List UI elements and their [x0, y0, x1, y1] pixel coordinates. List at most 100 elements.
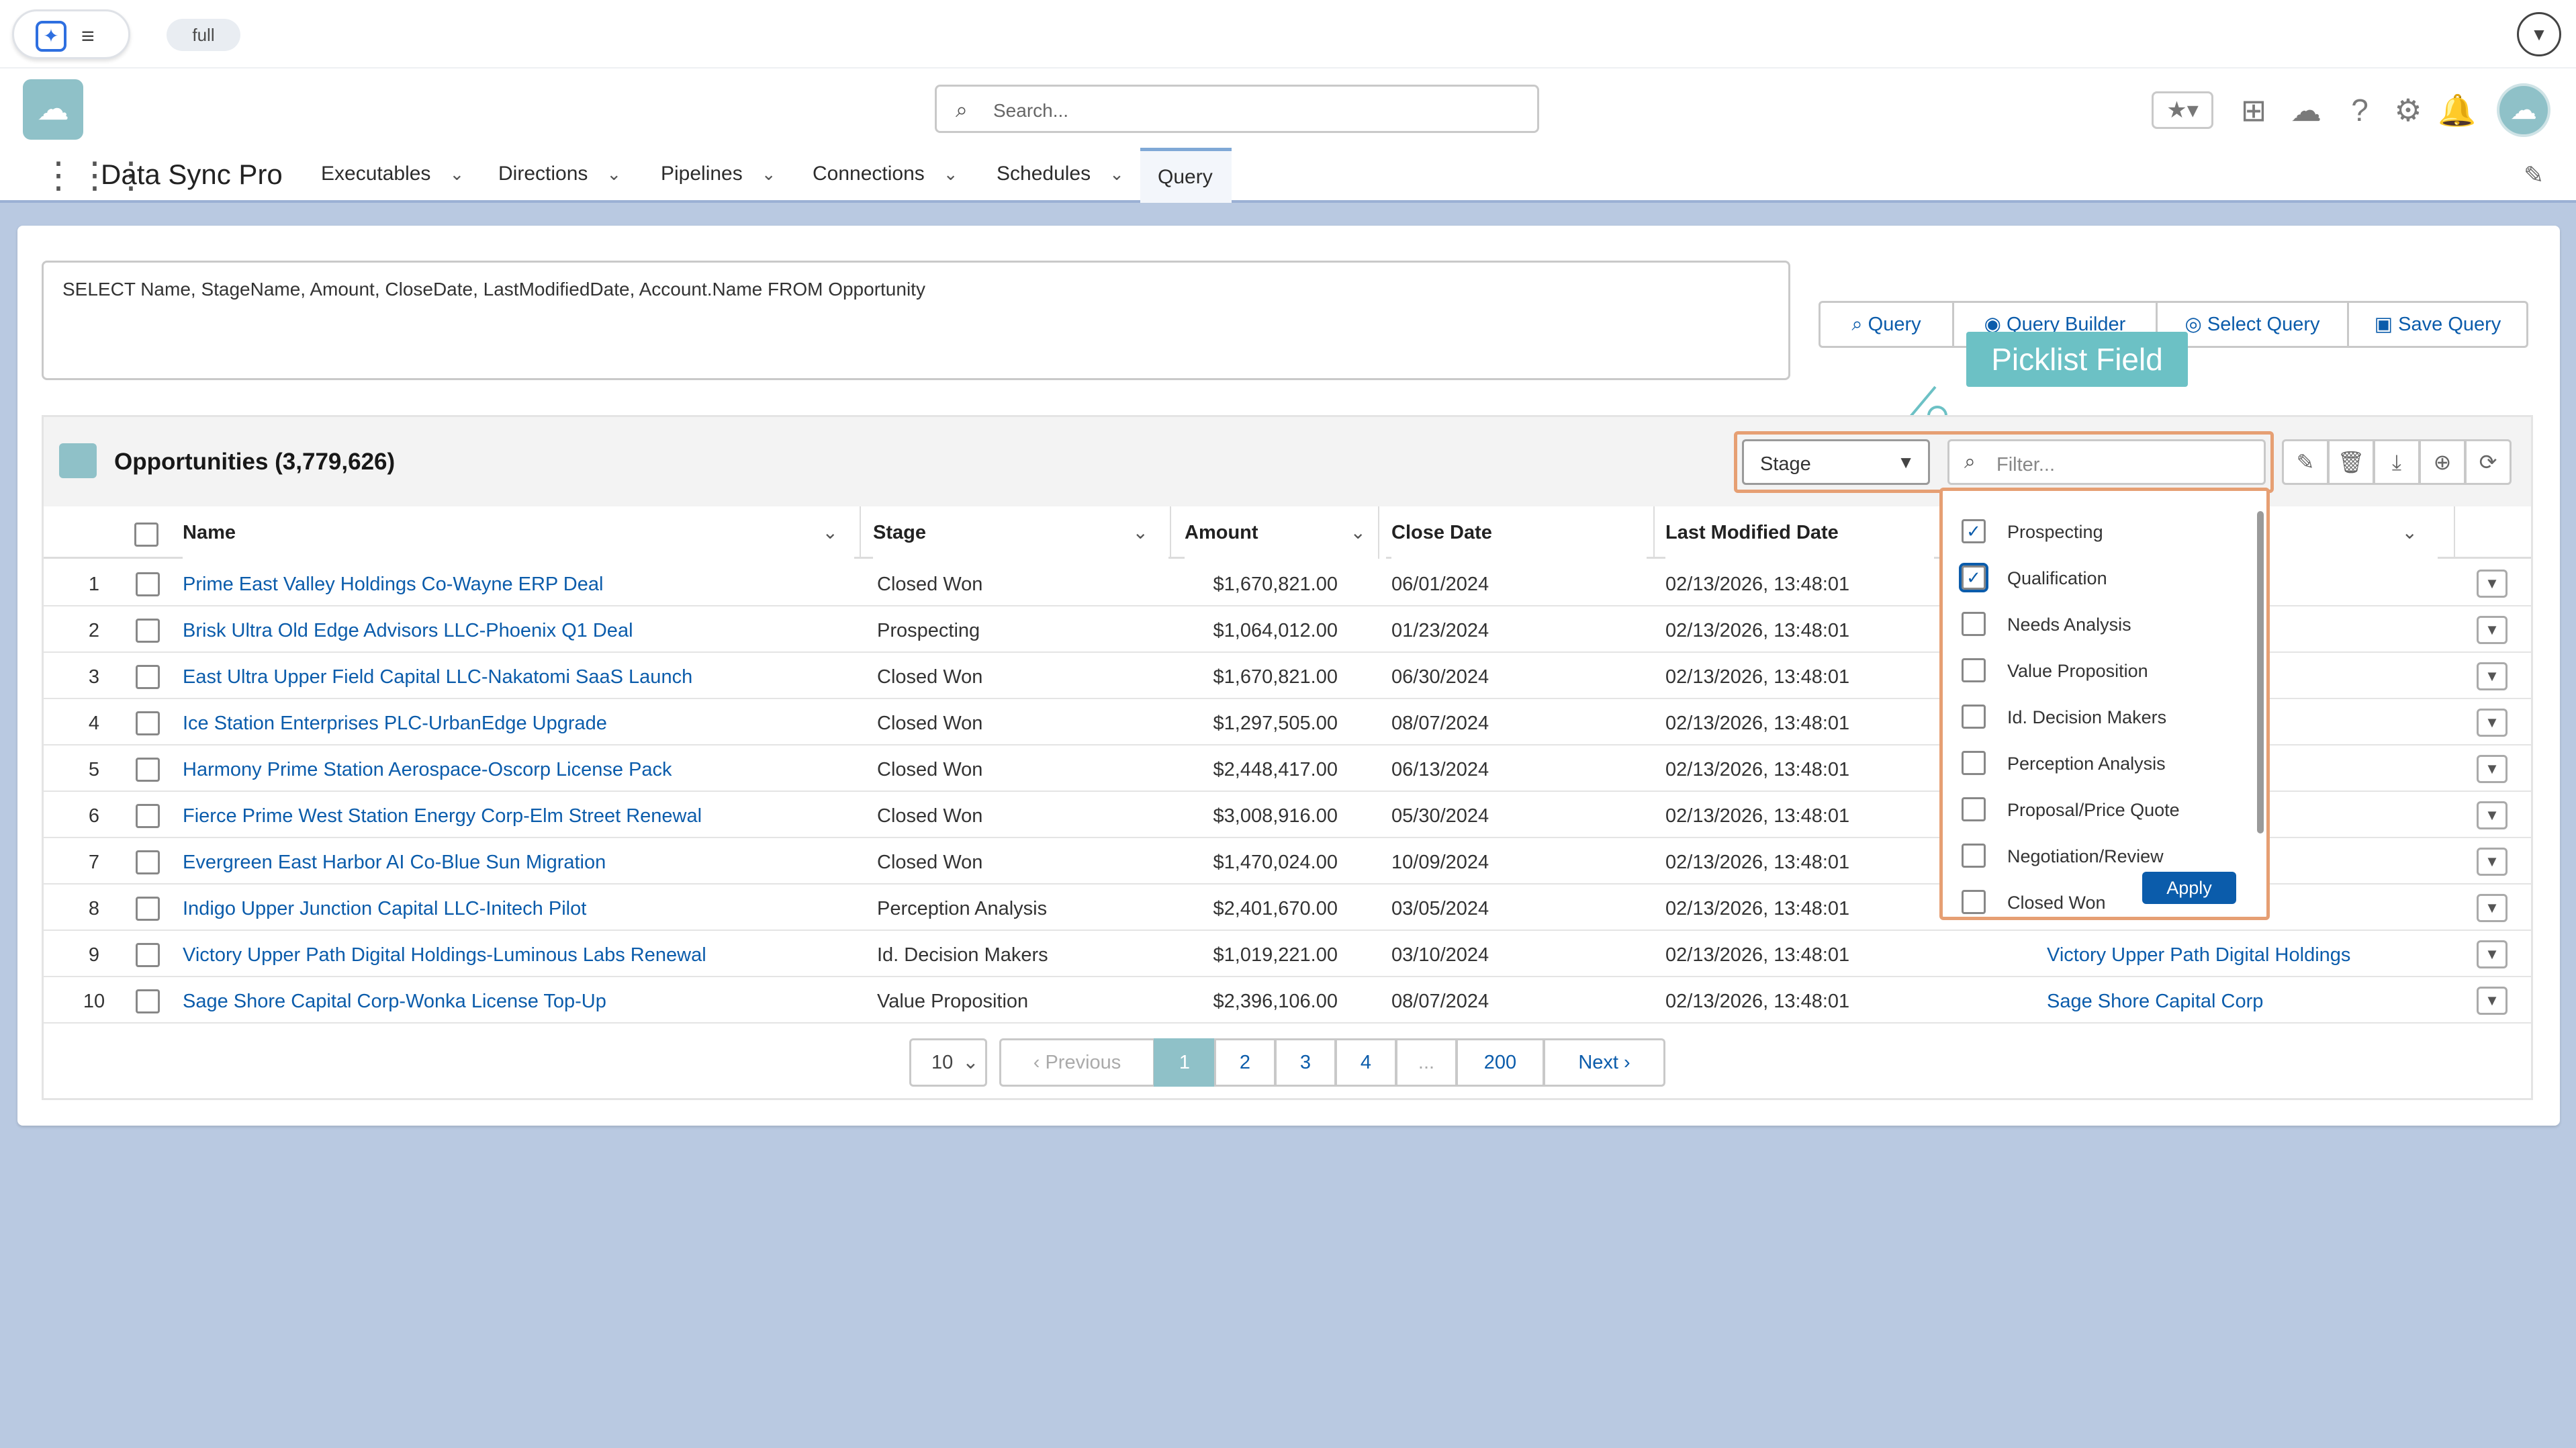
gear-icon[interactable]: ⚙: [2389, 91, 2427, 129]
account-name-link[interactable]: Sage Shore Capital Corp: [2047, 991, 2263, 1013]
dropdown-scrollbar[interactable]: [2257, 511, 2264, 833]
opportunity-name-link[interactable]: Fierce Prime West Station Energy Corp-El…: [183, 805, 702, 827]
amount-cell: $2,401,670.00: [1213, 898, 1338, 919]
chevron-down-icon[interactable]: ⌄: [1109, 164, 1124, 184]
row-action-icon[interactable]: ▼: [2477, 987, 2508, 1015]
opportunity-name-link[interactable]: Evergreen East Harbor AI Co-Blue Sun Mig…: [183, 852, 606, 874]
chevron-down-icon[interactable]: ▼: [2517, 12, 2561, 56]
chevron-down-icon[interactable]: ⌄: [2402, 506, 2418, 559]
column-last-modified[interactable]: Last Modified Date: [1665, 506, 1934, 559]
chevron-down-icon[interactable]: ⌄: [823, 506, 838, 559]
query-button[interactable]: ⌕ Query: [1819, 301, 1954, 348]
add-icon[interactable]: ⊕: [2419, 439, 2466, 485]
page-1-button[interactable]: 1: [1154, 1038, 1215, 1087]
download-icon[interactable]: ⤓: [2373, 439, 2420, 485]
column-stage[interactable]: Stage ⌄: [873, 506, 1168, 559]
option-checkbox[interactable]: [1962, 797, 1986, 821]
save-query-button[interactable]: ▣ Save Query: [2347, 301, 2528, 348]
delete-icon[interactable]: 🗑: [2328, 439, 2375, 485]
opportunity-name-link[interactable]: Sage Shore Capital Corp-Wonka License To…: [183, 991, 606, 1013]
row-action-icon[interactable]: ▼: [2477, 709, 2508, 737]
column-amount[interactable]: Amount ⌄: [1185, 506, 1386, 559]
option-checkbox[interactable]: [1962, 658, 1986, 682]
select-all-checkbox[interactable]: [134, 523, 158, 547]
favorites-button[interactable]: ★▾: [2152, 91, 2213, 129]
row-checkbox[interactable]: [136, 989, 160, 1013]
row-action-icon[interactable]: ▼: [2477, 894, 2508, 922]
chevron-down-icon[interactable]: ⌄: [449, 164, 464, 184]
help-icon[interactable]: ?: [2341, 91, 2379, 129]
previous-page-button[interactable]: ‹ Previous: [999, 1038, 1155, 1087]
row-checkbox[interactable]: [136, 850, 160, 874]
last-modified-cell: 02/13/2026, 13:48:01: [1665, 574, 1850, 595]
row-checkbox[interactable]: [136, 758, 160, 782]
button-label: Select Query: [2207, 314, 2320, 335]
filter-input[interactable]: ⌕ Filter...: [1947, 439, 2266, 485]
tab-connections[interactable]: Connections ⌄: [813, 163, 958, 185]
tab-schedules[interactable]: Schedules ⌄: [997, 163, 1124, 185]
app-switcher[interactable]: ✦ ≡: [12, 9, 130, 59]
opportunity-name-link[interactable]: East Ultra Upper Field Capital LLC-Nakat…: [183, 666, 692, 688]
option-checkbox[interactable]: [1962, 844, 1986, 868]
soql-textarea[interactable]: SELECT Name, StageName, Amount, CloseDat…: [42, 261, 1790, 380]
row-checkbox[interactable]: [136, 897, 160, 921]
page-3-button[interactable]: 3: [1275, 1038, 1336, 1087]
row-action-icon[interactable]: ▼: [2477, 662, 2508, 690]
opportunity-name-link[interactable]: Ice Station Enterprises PLC-UrbanEdge Up…: [183, 713, 607, 735]
tab-pipelines[interactable]: Pipelines ⌄: [661, 163, 776, 185]
row-checkbox[interactable]: [136, 619, 160, 643]
option-checkbox[interactable]: ✓: [1959, 563, 1988, 592]
edit-nav-icon[interactable]: ✎: [2524, 161, 2544, 189]
global-search-input[interactable]: ⌕ Search...: [935, 85, 1539, 133]
sparkle-icon: ✦: [36, 21, 66, 52]
opportunity-name-link[interactable]: Victory Upper Path Digital Holdings-Lumi…: [183, 944, 706, 966]
add-icon[interactable]: ⊞: [2235, 91, 2272, 129]
column-close-date[interactable]: Close Date: [1391, 506, 1647, 559]
row-action-icon[interactable]: ▼: [2477, 755, 2508, 783]
option-checkbox[interactable]: [1962, 705, 1986, 729]
option-checkbox[interactable]: [1962, 751, 1986, 775]
edit-icon[interactable]: ✎: [2282, 439, 2329, 485]
chevron-down-icon[interactable]: ⌄: [606, 164, 621, 184]
bell-icon[interactable]: 🔔: [2438, 91, 2476, 129]
opportunity-name-link[interactable]: Indigo Upper Junction Capital LLC-Initec…: [183, 898, 586, 920]
page-2-button[interactable]: 2: [1214, 1038, 1276, 1087]
option-checkbox[interactable]: [1962, 890, 1986, 914]
tab-directions[interactable]: Directions ⌄: [498, 163, 621, 185]
page-4-button[interactable]: 4: [1335, 1038, 1397, 1087]
opportunity-name-link[interactable]: Brisk Ultra Old Edge Advisors LLC-Phoeni…: [183, 620, 633, 642]
row-action-icon[interactable]: ▼: [2477, 848, 2508, 876]
row-action-icon[interactable]: ▼: [2477, 616, 2508, 644]
trailhead-icon[interactable]: ☁: [2287, 91, 2325, 129]
row-checkbox[interactable]: [136, 943, 160, 967]
row-checkbox[interactable]: [136, 711, 160, 735]
page-size-select[interactable]: 10 ⌄: [909, 1038, 987, 1087]
column-name[interactable]: Name ⌄: [183, 506, 854, 559]
row-number: 6: [88, 805, 100, 827]
tab-executables[interactable]: Executables ⌄: [321, 163, 464, 185]
option-checkbox[interactable]: [1962, 612, 1986, 636]
row-action-icon[interactable]: ▼: [2477, 570, 2508, 598]
picklist-dropdown[interactable]: ✓ Prospecting ✓ Qualification Needs Analysis…: [1939, 488, 2270, 920]
chevron-down-icon[interactable]: ⌄: [944, 164, 958, 184]
chevron-down-icon[interactable]: ⌄: [762, 164, 776, 184]
opportunity-name-link[interactable]: Prime East Valley Holdings Co-Wayne ERP …: [183, 574, 603, 596]
column-account[interactable]: ⌄: [2270, 506, 2438, 559]
row-checkbox[interactable]: [136, 572, 160, 596]
chevron-down-icon[interactable]: ⌄: [1133, 506, 1148, 559]
next-page-button[interactable]: Next ›: [1543, 1038, 1665, 1087]
row-action-icon[interactable]: ▼: [2477, 940, 2508, 968]
chevron-down-icon[interactable]: ⌄: [1350, 506, 1366, 559]
opportunity-name-link[interactable]: Harmony Prime Station Aerospace-Oscorp L…: [183, 759, 672, 781]
refresh-icon[interactable]: ⟳: [2465, 439, 2512, 485]
avatar[interactable]: ☁: [2497, 83, 2550, 137]
page-200-button[interactable]: 200: [1456, 1038, 1545, 1087]
row-checkbox[interactable]: [136, 804, 160, 828]
tab-query[interactable]: Query: [1140, 148, 1232, 203]
filter-field-select[interactable]: Stage ▼: [1742, 439, 1930, 485]
account-name-link[interactable]: Victory Upper Path Digital Holdings: [2047, 944, 2350, 966]
row-action-icon[interactable]: ▼: [2477, 801, 2508, 829]
option-checkbox[interactable]: ✓: [1962, 519, 1986, 543]
row-checkbox[interactable]: [136, 665, 160, 689]
apply-button[interactable]: Apply: [2142, 872, 2236, 904]
